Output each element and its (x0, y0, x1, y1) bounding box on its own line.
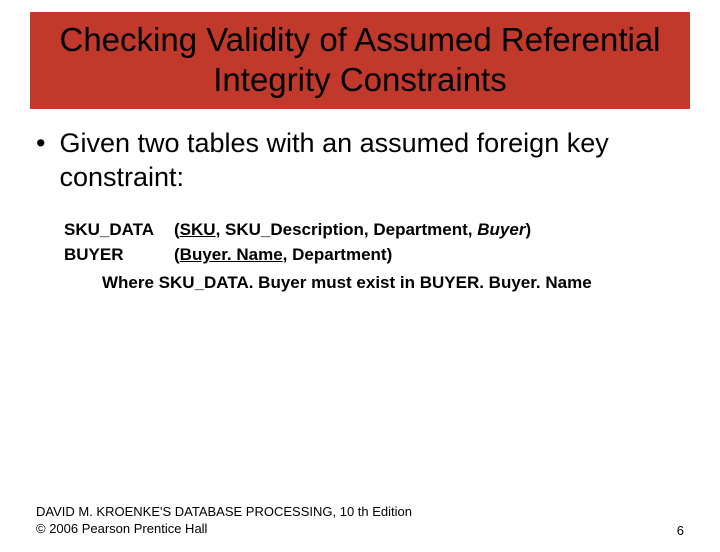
columns-buyer: (Buyer. Name, Department) (174, 242, 392, 268)
bullet-point: • Given two tables with an assumed forei… (36, 127, 684, 195)
slide-footer: DAVID M. KROENKE'S DATABASE PROCESSING, … (36, 503, 684, 538)
slide-content: • Given two tables with an assumed forei… (0, 109, 720, 295)
table-name-buyer: BUYER (64, 242, 174, 268)
fk-buyer: Buyer (477, 220, 525, 239)
paren-close: ) (525, 220, 531, 239)
cols-rest: , Department) (283, 245, 393, 264)
where-clause: Where SKU_DATA. Buyer must exist in BUYE… (102, 270, 684, 296)
slide-title: Checking Validity of Assumed Referential… (40, 20, 680, 99)
bullet-marker: • (36, 127, 45, 161)
schema-row-buyer: BUYER (Buyer. Name, Department) (64, 242, 684, 268)
pk-sku: SKU (180, 220, 216, 239)
footer-attribution: DAVID M. KROENKE'S DATABASE PROCESSING, … (36, 503, 412, 538)
footer-line-2: © 2006 Pearson Prentice Hall (36, 520, 412, 538)
bullet-text: Given two tables with an assumed foreign… (59, 127, 684, 195)
schema-row-sku-data: SKU_DATA (SKU, SKU_Description, Departme… (64, 217, 684, 243)
slide-title-bar: Checking Validity of Assumed Referential… (30, 12, 690, 109)
table-name-sku-data: SKU_DATA (64, 217, 174, 243)
columns-sku-data: (SKU, SKU_Description, Department, Buyer… (174, 217, 531, 243)
pk-buyername: Buyer. Name (180, 245, 283, 264)
cols-mid: , SKU_Description, Department, (216, 220, 478, 239)
footer-line-1: DAVID M. KROENKE'S DATABASE PROCESSING, … (36, 503, 412, 521)
page-number: 6 (677, 523, 684, 538)
schema-block: SKU_DATA (SKU, SKU_Description, Departme… (64, 217, 684, 296)
